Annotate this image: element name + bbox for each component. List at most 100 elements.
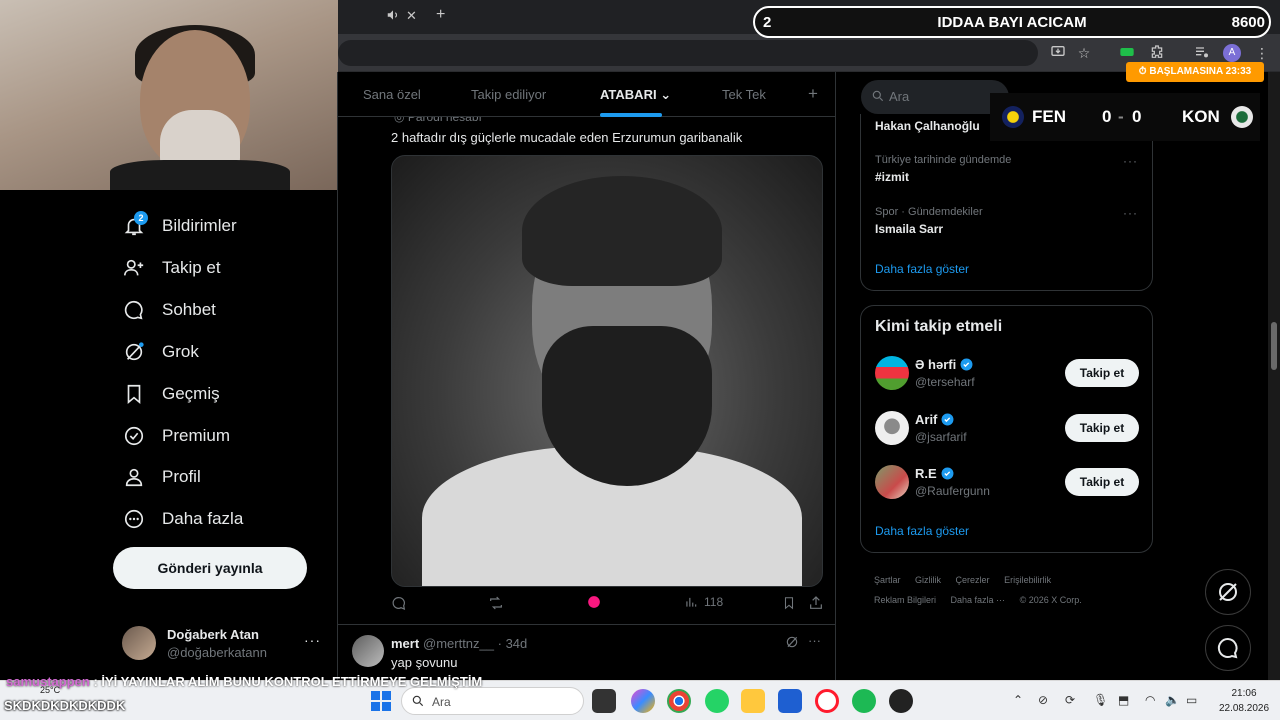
battery-icon[interactable]: ▭ bbox=[1186, 693, 1197, 707]
nav-item-more[interactable]: Daha fazla bbox=[122, 502, 243, 536]
media-controls-icon[interactable] bbox=[1193, 44, 1211, 62]
opera-icon[interactable] bbox=[815, 689, 839, 713]
footer-links: Şartlar Gizlilik Çerezler Erişilebilirli… bbox=[874, 570, 1144, 610]
store-icon[interactable] bbox=[778, 689, 802, 713]
avatar[interactable] bbox=[875, 465, 909, 499]
tweet-media[interactable] bbox=[391, 155, 823, 587]
konyaspor-logo-icon bbox=[1231, 106, 1253, 128]
extensions-puzzle-icon[interactable] bbox=[1148, 44, 1166, 62]
chat-icon bbox=[1217, 637, 1238, 659]
profile-avatar[interactable]: A bbox=[1223, 44, 1241, 62]
follow-button[interactable]: Takip et bbox=[1065, 359, 1139, 387]
tab-tek-tek[interactable]: Tek Tek bbox=[722, 87, 766, 102]
address-bar[interactable] bbox=[338, 40, 1038, 66]
chevron-down-icon: ⌄ bbox=[660, 87, 672, 102]
like-icon[interactable] bbox=[587, 595, 601, 609]
whatsapp-icon[interactable] bbox=[705, 689, 729, 713]
add-tab-button[interactable]: + bbox=[808, 84, 818, 104]
tray-update-icon[interactable]: ⬒ bbox=[1118, 693, 1129, 707]
away-team: KON bbox=[1182, 107, 1220, 126]
bookmark-icon bbox=[122, 382, 146, 406]
suggested-user-name[interactable]: Arif bbox=[915, 412, 954, 427]
bookmark-icon[interactable] bbox=[782, 595, 796, 611]
tray-sync-icon[interactable]: ⟳ bbox=[1065, 693, 1075, 707]
task-view-icon[interactable] bbox=[592, 689, 616, 713]
suggested-user-handle: @Raufergunn bbox=[915, 484, 990, 498]
trend-more-icon[interactable]: ··· bbox=[1123, 206, 1138, 220]
trend-context: Türkiye tarihinde gündemde bbox=[875, 154, 1012, 166]
microphone-icon[interactable]: 🎙 bbox=[1093, 693, 1108, 707]
app-icon[interactable] bbox=[889, 689, 913, 713]
page-scrollbar[interactable] bbox=[1268, 72, 1280, 680]
footer-link[interactable]: Şartlar bbox=[874, 575, 901, 585]
avatar[interactable] bbox=[875, 411, 909, 445]
search-input[interactable]: Ara bbox=[861, 80, 1009, 114]
notification-badge: 2 bbox=[134, 211, 148, 225]
grok-fab-button[interactable] bbox=[1205, 569, 1251, 615]
webcam-feed bbox=[0, 0, 338, 190]
tab-atabari[interactable]: ATABARI ⌄ bbox=[600, 87, 671, 103]
scoreboard: FEN 0 - 0 KON bbox=[990, 93, 1260, 141]
copilot-icon[interactable] bbox=[631, 689, 655, 713]
footer-link[interactable]: Çerezler bbox=[956, 575, 990, 585]
new-tab-button[interactable]: + bbox=[436, 6, 445, 24]
nav-item-bookmarks[interactable]: Geçmiş bbox=[122, 377, 220, 411]
tray-app-icon[interactable]: ⊘ bbox=[1038, 693, 1048, 707]
trend-context: Spor · Gündemdekiler bbox=[875, 206, 983, 218]
browser-menu-icon[interactable]: ⋮ bbox=[1253, 44, 1271, 62]
more-icon[interactable]: ··· bbox=[808, 633, 821, 648]
follow-button[interactable]: Takip et bbox=[1065, 468, 1139, 496]
footer-link[interactable]: Gizlilik bbox=[915, 575, 941, 585]
speaker-icon[interactable] bbox=[386, 8, 400, 25]
nav-item-chat[interactable]: Sohbet bbox=[122, 293, 216, 327]
copyright: © 2026 X Corp. bbox=[1019, 595, 1082, 605]
windows-start-icon[interactable] bbox=[371, 691, 391, 716]
trend-title[interactable]: Ismaila Sarr bbox=[875, 222, 943, 236]
account-more-icon[interactable]: ··· bbox=[304, 632, 321, 648]
spotify-icon[interactable] bbox=[852, 689, 876, 713]
messages-fab-button[interactable] bbox=[1205, 625, 1251, 671]
share-icon[interactable] bbox=[808, 595, 824, 611]
account-switcher[interactable]: Doğaberk Atan @doğaberkatann ··· bbox=[122, 626, 332, 662]
trend-more-icon[interactable]: ··· bbox=[1123, 154, 1138, 168]
trend-title[interactable]: Hakan Çalhanoğlu bbox=[875, 119, 980, 133]
tab-close-icon[interactable]: ✕ bbox=[406, 8, 417, 24]
bookmark-star-icon[interactable]: ☆ bbox=[1075, 44, 1093, 62]
install-app-icon[interactable] bbox=[1049, 44, 1067, 62]
volume-icon[interactable]: 🔈 bbox=[1165, 693, 1180, 707]
file-explorer-icon[interactable] bbox=[741, 689, 765, 713]
reply-author-name[interactable]: mert bbox=[391, 636, 419, 651]
reply-icon[interactable] bbox=[391, 595, 407, 611]
suggested-user-name[interactable]: Ə hərfi bbox=[915, 357, 973, 372]
views-stat[interactable]: 118 bbox=[684, 595, 723, 609]
divider bbox=[338, 624, 835, 625]
nav-label: Premium bbox=[162, 426, 231, 445]
footer-link[interactable]: Daha fazla ··· bbox=[951, 595, 1006, 605]
grok-icon[interactable] bbox=[785, 635, 799, 654]
trends-show-more-link[interactable]: Daha fazla göster bbox=[875, 262, 969, 276]
post-button[interactable]: Gönderi yayınla bbox=[113, 547, 307, 589]
taskbar-search-input[interactable]: Ara bbox=[401, 687, 584, 715]
footer-link[interactable]: Erişilebilirlik bbox=[1004, 575, 1051, 585]
tray-overflow-icon[interactable]: ⌃ bbox=[1013, 693, 1023, 707]
nav-item-follow[interactable]: Takip et bbox=[122, 251, 221, 285]
scrollbar-thumb[interactable] bbox=[1271, 322, 1277, 370]
retweet-icon[interactable] bbox=[487, 595, 505, 611]
wifi-icon[interactable]: ◠ bbox=[1145, 693, 1155, 707]
taskbar-clock[interactable]: 21:06 22.08.2026 bbox=[1212, 686, 1276, 716]
avatar[interactable] bbox=[875, 356, 909, 390]
avatar[interactable] bbox=[352, 635, 384, 667]
trend-title[interactable]: #izmit bbox=[875, 170, 909, 184]
who-to-follow-show-more-link[interactable]: Daha fazla göster bbox=[875, 524, 969, 538]
chrome-icon[interactable] bbox=[667, 689, 691, 713]
stream-banner: 2 IDDAA BAYI ACICAM 8600 bbox=[753, 6, 1271, 38]
extension-green-icon[interactable] bbox=[1118, 44, 1136, 62]
suggested-user-name[interactable]: R.E bbox=[915, 466, 954, 481]
nav-item-profile[interactable]: Profil bbox=[122, 460, 201, 494]
nav-item-grok[interactable]: Grok bbox=[122, 335, 199, 369]
footer-link[interactable]: Reklam Bilgileri bbox=[874, 595, 936, 605]
tab-for-you[interactable]: Sana özel bbox=[363, 87, 421, 102]
tab-following[interactable]: Takip ediliyor bbox=[471, 87, 546, 102]
nav-item-premium[interactable]: Premium bbox=[122, 419, 230, 453]
follow-button[interactable]: Takip et bbox=[1065, 414, 1139, 442]
